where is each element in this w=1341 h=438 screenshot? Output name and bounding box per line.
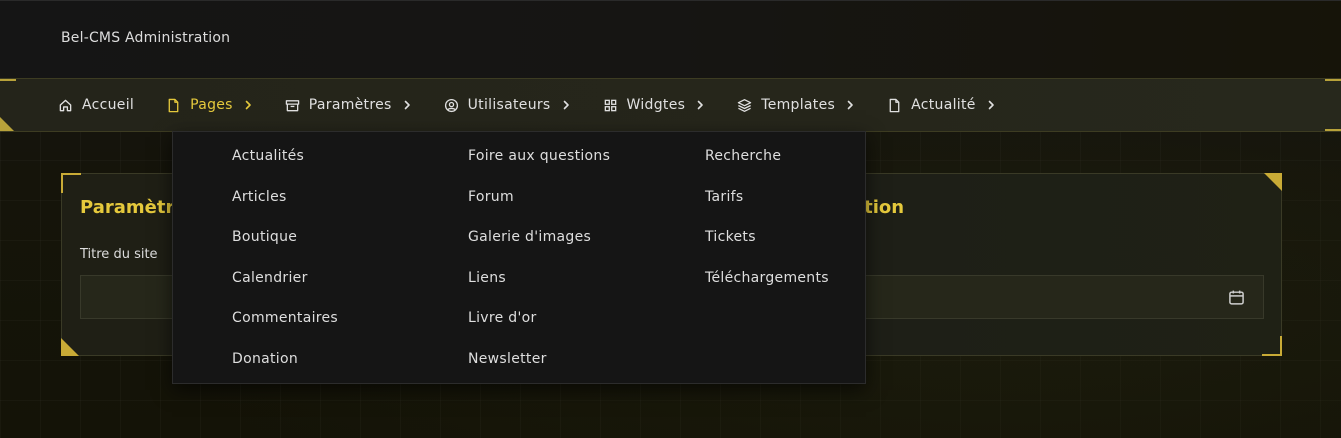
corner-accent-top-left: [0, 79, 16, 81]
nav-item-pages[interactable]: Pages: [166, 79, 253, 131]
nav-item-label: Paramètres: [308, 97, 392, 113]
chevron-right-icon: [563, 100, 569, 110]
nav-item-label: Actualité: [911, 97, 976, 113]
dropdown-item-actualites[interactable]: Actualités: [232, 146, 338, 187]
corner-accent-top-right: [1325, 79, 1341, 81]
card-corner-top-left: [61, 173, 81, 193]
dropdown-item-livre-dor[interactable]: Livre d'or: [468, 308, 610, 349]
archive-icon: [285, 99, 300, 111]
chevron-right-icon: [988, 100, 994, 110]
corner-accent-bottom-left: [0, 117, 14, 131]
nav-item-accueil[interactable]: Accueil: [58, 79, 134, 131]
dropdown-item-galerie[interactable]: Galerie d'images: [468, 227, 610, 268]
chevron-right-icon: [847, 100, 853, 110]
dropdown-item-faq[interactable]: Foire aux questions: [468, 146, 610, 187]
dropdown-column-2: Foire aux questions Forum Galerie d'imag…: [468, 146, 610, 390]
site-title-label: Titre du site: [80, 247, 158, 262]
nav-item-label: Accueil: [82, 97, 135, 113]
dropdown-item-donation[interactable]: Donation: [232, 349, 338, 390]
nav-item-parametres[interactable]: Paramètres: [285, 79, 412, 131]
chevron-right-icon: [404, 100, 410, 110]
dropdown-item-tickets[interactable]: Tickets: [705, 227, 829, 268]
nav-item-label: Utilisateurs: [467, 97, 551, 113]
card-corner-top-right: [1264, 173, 1282, 191]
brand-title[interactable]: Bel-CMS Administration: [61, 30, 230, 46]
dropdown-item-recherche[interactable]: Recherche: [705, 146, 829, 187]
card-title: Paramètre: [80, 197, 187, 218]
dropdown-item-calendrier[interactable]: Calendrier: [232, 268, 338, 309]
nav-item-utilisateurs[interactable]: Utilisateurs: [444, 79, 571, 131]
nav-item-label: Templates: [761, 97, 836, 113]
pages-dropdown-menu: Actualités Articles Boutique Calendrier …: [172, 131, 866, 384]
dropdown-item-tarifs[interactable]: Tarifs: [705, 187, 829, 228]
dropdown-item-newsletter[interactable]: Newsletter: [468, 349, 610, 390]
top-header: Bel-CMS Administration: [0, 0, 1341, 78]
dropdown-column-3: Recherche Tarifs Tickets Téléchargements: [705, 146, 829, 308]
users-icon: [444, 98, 458, 112]
nav-item-label: Widgtes: [626, 97, 686, 113]
dropdown-item-articles[interactable]: Articles: [232, 187, 338, 228]
card-corner-bottom-right: [1262, 336, 1282, 356]
file-icon: [889, 98, 900, 112]
grid-icon: [604, 99, 616, 111]
nav-items: Accueil Pages Paramètres Utilisateurs Wi…: [58, 79, 1028, 131]
dropdown-item-liens[interactable]: Liens: [468, 268, 610, 309]
chevron-right-icon: [245, 100, 251, 110]
home-icon: [59, 99, 72, 111]
main-navbar: Accueil Pages Paramètres Utilisateurs Wi…: [0, 78, 1341, 132]
nav-item-label: Pages: [190, 97, 233, 113]
calendar-icon[interactable]: [1228, 289, 1245, 306]
dropdown-column-1: Actualités Articles Boutique Calendrier …: [232, 146, 338, 390]
nav-item-templates[interactable]: Templates: [737, 79, 855, 131]
file-icon: [168, 98, 179, 112]
dropdown-item-forum[interactable]: Forum: [468, 187, 610, 228]
nav-item-widgtes[interactable]: Widgtes: [603, 79, 706, 131]
corner-accent-bottom-right: [1325, 129, 1341, 131]
chevron-right-icon: [697, 100, 704, 110]
dropdown-item-telechargements[interactable]: Téléchargements: [705, 268, 829, 309]
layers-icon: [737, 98, 752, 112]
card-corner-bottom-left: [61, 338, 79, 356]
dropdown-item-commentaires[interactable]: Commentaires: [232, 308, 338, 349]
nav-item-actualite[interactable]: Actualité: [887, 79, 996, 131]
dropdown-item-boutique[interactable]: Boutique: [232, 227, 338, 268]
